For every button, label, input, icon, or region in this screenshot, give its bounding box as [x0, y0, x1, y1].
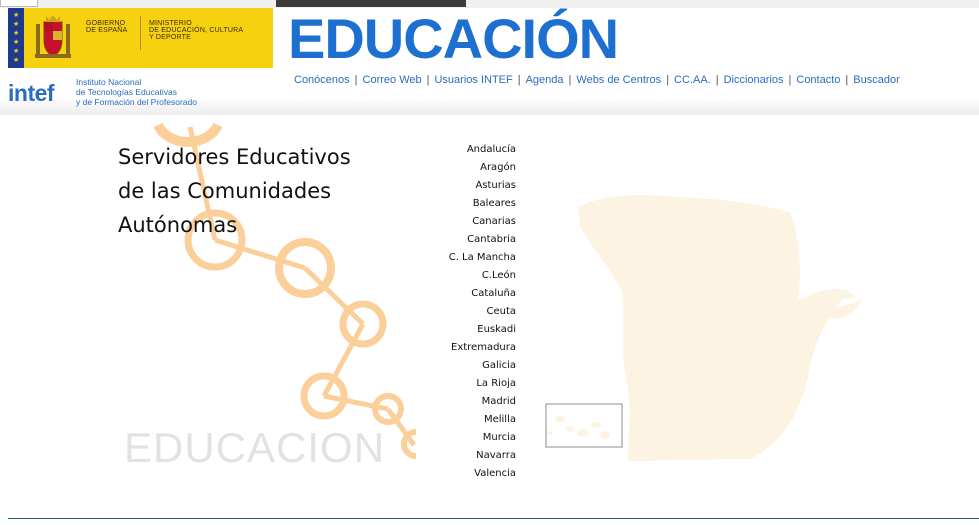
nav-link-buscador[interactable]: Buscador [853, 74, 899, 86]
intef-subtitle: Instituto Nacional de Tecnologías Educat… [76, 77, 197, 107]
region-link-c-la-mancha[interactable]: C. La Mancha [416, 249, 516, 267]
coat-of-arms-icon [35, 15, 71, 58]
ministerio-label: MINISTERIO DE EDUCACIÓN, CULTURA Y DEPOR… [149, 20, 244, 41]
region-link-cataluna[interactable]: Cataluña [416, 285, 516, 303]
region-link-melilla[interactable]: Melilla [416, 411, 516, 429]
banner-divider [140, 16, 141, 50]
region-link-madrid[interactable]: Madrid [416, 393, 516, 411]
page-title: Servidores Educativos de las Comunidades… [118, 145, 351, 237]
nav-separator: | [788, 74, 792, 86]
nav-link-diccionarios[interactable]: Diccionarios [724, 74, 784, 86]
nav-link-webs-de-centros[interactable]: Webs de Centros [576, 74, 661, 86]
region-link-ceuta[interactable]: Ceuta [416, 303, 516, 321]
region-link-navarra[interactable]: Navarra [416, 447, 516, 465]
region-link-aragon[interactable]: Aragón [416, 159, 516, 177]
nav-link-ccaa[interactable]: CC.AA. [674, 74, 711, 86]
region-link-cantabria[interactable]: Cantabria [416, 231, 516, 249]
region-link-valencia[interactable]: Valencia [416, 465, 516, 483]
nav-separator: | [715, 74, 719, 86]
region-link-murcia[interactable]: Murcia [416, 429, 516, 447]
canary-islands-inset[interactable] [545, 403, 623, 448]
watermark-text: EDUCACION [124, 424, 386, 471]
region-link-c-leon[interactable]: C.León [416, 267, 516, 285]
intef-logo[interactable]: intef [8, 80, 55, 106]
region-link-canarias[interactable]: Canarias [416, 213, 516, 231]
top-navigation: Conócenos | Correo Web | Usuarios INTEF | Agen… [294, 73, 900, 87]
region-link-andalucia[interactable]: Andalucía [416, 141, 516, 159]
nav-separator: | [568, 74, 572, 86]
nav-link-conocenos[interactable]: Conócenos [294, 74, 350, 86]
nav-separator: | [517, 74, 521, 86]
nav-separator: | [426, 74, 430, 86]
nav-separator: | [354, 74, 358, 86]
nav-link-correo-web[interactable]: Correo Web [363, 74, 422, 86]
region-link-extremadura[interactable]: Extremadura [416, 339, 516, 357]
region-link-la-rioja[interactable]: La Rioja [416, 375, 516, 393]
browser-tab[interactable] [0, 0, 38, 7]
nav-link-contacto[interactable]: Contacto [796, 74, 840, 86]
balearic-island [840, 292, 856, 299]
nav-separator: | [845, 74, 849, 86]
region-link-euskadi[interactable]: Euskadi [416, 321, 516, 339]
nav-link-agenda[interactable]: Agenda [526, 74, 564, 86]
eu-flag-icon: ★ ★ ★ ★ ★ ★ [8, 8, 24, 68]
region-link-baleares[interactable]: Baleares [416, 195, 516, 213]
region-list: Andalucía Aragón Asturias Baleares Canar… [416, 141, 516, 483]
gobierno-de-espana-label: GOBIERNO DE ESPAÑA [86, 20, 128, 34]
footer-divider [8, 518, 979, 519]
nav-link-usuarios-intef[interactable]: Usuarios INTEF [434, 74, 512, 86]
region-link-asturias[interactable]: Asturias [416, 177, 516, 195]
region-link-galicia[interactable]: Galicia [416, 357, 516, 375]
nav-separator: | [666, 74, 670, 86]
site-title[interactable]: EDUCACIÓN [288, 4, 619, 74]
